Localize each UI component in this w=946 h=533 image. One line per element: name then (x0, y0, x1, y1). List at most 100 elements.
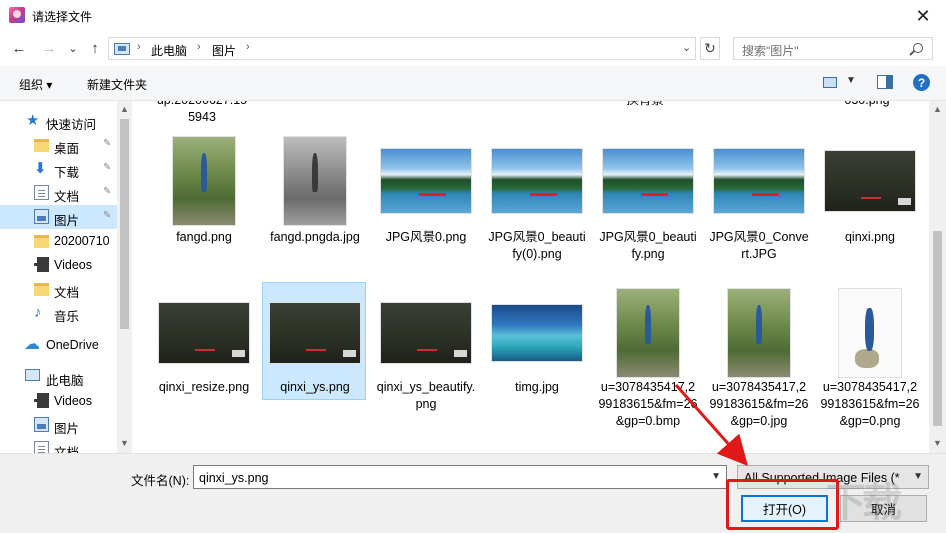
scroll-up-icon[interactable]: ▲ (120, 104, 129, 114)
forward-button[interactable]: → (38, 37, 60, 59)
video-icon (34, 393, 49, 408)
sidebar-item-pictures[interactable]: 图片 ✎ (0, 205, 117, 229)
refresh-button[interactable]: ↻ (700, 37, 720, 60)
navigation-bar: ← → ⌄ ↑ › 此电脑 › 图片 › ⌄ ↻ 搜索"图片" (0, 33, 946, 65)
chevron-down-icon[interactable]: ⌄ (682, 41, 691, 54)
organize-button[interactable]: 组织 ▾ (19, 76, 52, 93)
file-name-partial[interactable]: 030.png (817, 101, 917, 109)
sidebar-item-documents[interactable]: 文档 ✎ (0, 181, 117, 205)
search-icon (913, 43, 923, 53)
sidebar-item-label: 音乐 (54, 310, 80, 324)
file-item[interactable]: timg.jpg (485, 283, 589, 401)
chevron-down-icon[interactable]: ▼ (711, 471, 721, 482)
annotation-highlight-box (726, 479, 839, 530)
close-button[interactable]: ✕ (900, 0, 946, 32)
document-icon (34, 441, 49, 453)
sidebar-item-label: 文档 (54, 190, 80, 204)
sidebar-item-label: OneDrive (46, 338, 99, 352)
file-name: JPG风景0_beautify.png (599, 230, 697, 261)
sidebar-item-downloads[interactable]: ⬇ 下载 ✎ (0, 157, 117, 181)
file-item[interactable]: JPG风景0_beautify(0).png (485, 131, 589, 271)
scrollbar-thumb[interactable] (933, 231, 942, 426)
file-item[interactable]: fangd.pngda.jpg (263, 131, 367, 271)
scrollbar-thumb[interactable] (120, 119, 129, 329)
image-thumbnail (270, 303, 360, 363)
back-button[interactable]: ← (8, 37, 30, 59)
sidebar-item-label: 20200710 (54, 234, 110, 248)
sidebar-item-desktop[interactable]: 桌面 ✎ (0, 133, 117, 157)
chevron-down-icon[interactable]: ▼ (913, 471, 923, 482)
sidebar-scrollbar[interactable]: ▲ ▼ (117, 101, 132, 453)
help-button[interactable]: ? (913, 74, 930, 91)
image-thumbnail (159, 303, 249, 363)
sidebar-item-label: Videos (54, 394, 92, 408)
command-bar: 组织 ▾ 新建文件夹 ▼ ? (0, 66, 946, 101)
image-thumbnail (839, 289, 901, 377)
sidebar-item-documents-folder[interactable]: 文档 (0, 277, 117, 301)
image-thumbnail (381, 303, 471, 363)
sidebar-item-videos[interactable]: Videos (0, 253, 117, 277)
image-thumbnail (714, 149, 804, 213)
sidebar-item-pc-videos[interactable]: Videos (0, 389, 117, 413)
file-name-partial[interactable]: up.20200627.15 5943 (152, 101, 252, 126)
file-item[interactable]: JPG风景0_Convert.JPG (707, 131, 811, 271)
image-thumbnail (728, 289, 790, 377)
file-name: JPG风景0_beautify(0).png (488, 230, 586, 261)
file-item[interactable]: fangd.png (152, 131, 256, 271)
sidebar-item-pc-documents[interactable]: 文档 (0, 437, 117, 453)
pictures-icon (34, 209, 49, 224)
sidebar-item-quick-access[interactable]: ★ 快速访问 (0, 109, 117, 133)
sidebar-item-this-pc[interactable]: 此电脑 (0, 365, 117, 389)
sidebar-item-onedrive[interactable]: ☁ OneDrive (0, 333, 117, 357)
up-button[interactable]: ↑ (84, 37, 106, 59)
scroll-down-icon[interactable]: ▼ (120, 438, 129, 448)
file-item[interactable]: qinxi_resize.png (152, 283, 256, 401)
filename-label: 文件名(N): (131, 474, 190, 488)
file-name: fangd.png (176, 230, 232, 244)
window-title: 请选择文件 (32, 10, 93, 24)
image-thumbnail (492, 149, 582, 213)
recent-locations-button[interactable]: ⌄ (62, 37, 84, 59)
sidebar-item-pc-pictures[interactable]: 图片 (0, 413, 117, 437)
music-icon: ♪ (34, 304, 42, 321)
file-item[interactable]: u=3078435417,299183615&fm=26&gp=0.png (818, 283, 922, 453)
address-bar[interactable]: › 此电脑 › 图片 › ⌄ (108, 37, 696, 60)
image-thumbnail (492, 305, 582, 361)
file-name: qinxi_resize.png (158, 380, 250, 394)
new-folder-button[interactable]: 新建文件夹 (87, 76, 147, 93)
file-list-scrollbar[interactable]: ▲ ▼ (929, 101, 946, 453)
file-item[interactable]: qinxi.png (818, 131, 922, 271)
file-item[interactable]: JPG风景0_beautify.png (596, 131, 700, 271)
file-list: up.20200627.15 5943 换背景 030.png fangd.pn… (132, 101, 929, 453)
sidebar-item-music[interactable]: ♪ 音乐 (0, 301, 117, 325)
sidebar-item-label: 文档 (54, 286, 80, 300)
image-thumbnail (603, 149, 693, 213)
file-item[interactable]: qinxi_ys_beautify.png (374, 283, 478, 411)
file-item[interactable]: u=3078435417,299183615&fm=26&gp=0.bmp (596, 283, 700, 453)
pin-icon: ✎ (103, 138, 112, 149)
sidebar-item-label: 桌面 (54, 142, 80, 156)
file-item-selected[interactable]: qinxi_ys.png (262, 282, 366, 400)
breadcrumb-this-pc[interactable]: 此电脑 (151, 42, 187, 59)
sidebar-item-20200710[interactable]: 20200710 (0, 229, 117, 253)
pin-icon: ✎ (103, 162, 112, 173)
breadcrumb-pictures[interactable]: 图片 (212, 42, 236, 59)
file-name: timg.jpg (515, 380, 559, 394)
file-item[interactable]: u=3078435417,299183615&fm=26&gp=0.jpg (707, 283, 811, 453)
scroll-down-icon[interactable]: ▼ (933, 438, 942, 448)
search-input[interactable]: 搜索"图片" (733, 37, 933, 60)
file-name: u=3078435417,299183615&fm=26&gp=0.jpg (709, 380, 809, 428)
file-item[interactable]: JPG风景0.png (374, 131, 478, 271)
filename-input[interactable]: qinxi_ys.png ▼ (193, 465, 727, 489)
pin-icon: ✎ (103, 210, 112, 221)
file-name-partial[interactable]: 换背景 (595, 101, 695, 109)
title-bar: 请选择文件 ✕ (0, 0, 946, 32)
file-name: qinxi_ys_beautify.png (376, 380, 476, 411)
view-options-icon[interactable] (823, 77, 837, 88)
image-thumbnail (173, 137, 235, 225)
image-thumbnail (284, 137, 346, 225)
preview-pane-icon[interactable] (877, 75, 893, 89)
breadcrumb-separator: › (246, 41, 250, 53)
scroll-up-icon[interactable]: ▲ (933, 104, 942, 114)
chevron-down-icon[interactable]: ▼ (846, 75, 856, 86)
